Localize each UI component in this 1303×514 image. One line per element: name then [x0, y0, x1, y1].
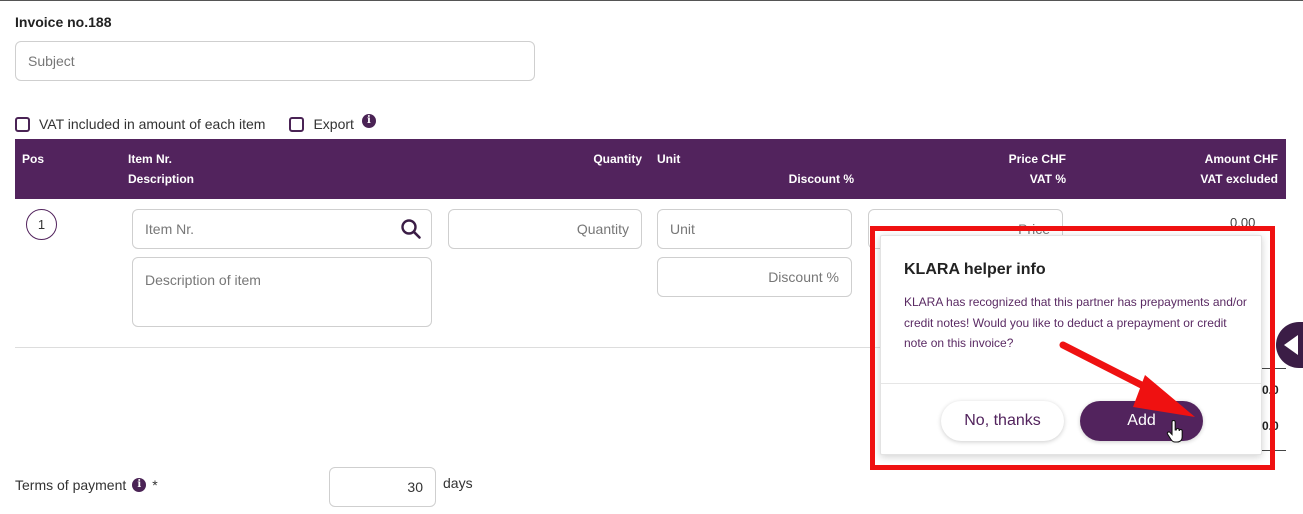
- vat-included-label: VAT included in amount of each item: [39, 116, 266, 132]
- item-nr-input[interactable]: [132, 209, 432, 249]
- unit-input[interactable]: [657, 209, 852, 249]
- header-description: Description: [128, 172, 195, 186]
- side-panel-toggle[interactable]: [1276, 322, 1303, 368]
- discount-input[interactable]: [657, 257, 852, 297]
- header-pos: Pos: [22, 152, 45, 166]
- header-discount: Discount %: [788, 172, 854, 186]
- annotation-arrow-icon: [1059, 341, 1195, 417]
- header-item-nr: Item Nr.: [128, 152, 173, 166]
- subject-input[interactable]: [15, 41, 535, 81]
- header-price: Price CHF: [1008, 152, 1066, 166]
- info-icon[interactable]: i: [361, 114, 376, 128]
- description-input[interactable]: [132, 257, 432, 327]
- header-vat-excluded: VAT excluded: [1200, 172, 1278, 186]
- position-number: 1: [26, 209, 57, 240]
- terms-days-input[interactable]: [329, 467, 436, 507]
- search-icon[interactable]: [400, 218, 422, 240]
- chevron-left-icon: [1284, 335, 1298, 355]
- info-icon[interactable]: i: [132, 478, 147, 492]
- required-mark: *: [152, 477, 158, 493]
- days-label: days: [443, 475, 473, 491]
- page-title: Invoice no.188: [15, 14, 112, 30]
- header-amount: Amount CHF: [1204, 152, 1278, 166]
- header-vat: VAT %: [1029, 172, 1066, 186]
- hand-cursor-icon: [1166, 420, 1183, 443]
- header-unit: Unit: [657, 152, 681, 166]
- header-quantity: Quantity: [593, 152, 642, 166]
- table-header: Pos Item Nr. Description Quantity Unit D…: [15, 139, 1286, 199]
- export-label: Export: [313, 116, 354, 132]
- terms-label: Terms of payment: [15, 477, 127, 493]
- row-divider: [15, 347, 880, 348]
- terms-of-payment-row: Terms of payment i *: [15, 477, 158, 493]
- vat-included-checkbox[interactable]: [15, 116, 30, 132]
- options-row: VAT included in amount of each item Expo…: [15, 114, 376, 132]
- export-checkbox[interactable]: [289, 116, 305, 132]
- quantity-input[interactable]: [448, 209, 642, 249]
- top-border: [0, 0, 1303, 1]
